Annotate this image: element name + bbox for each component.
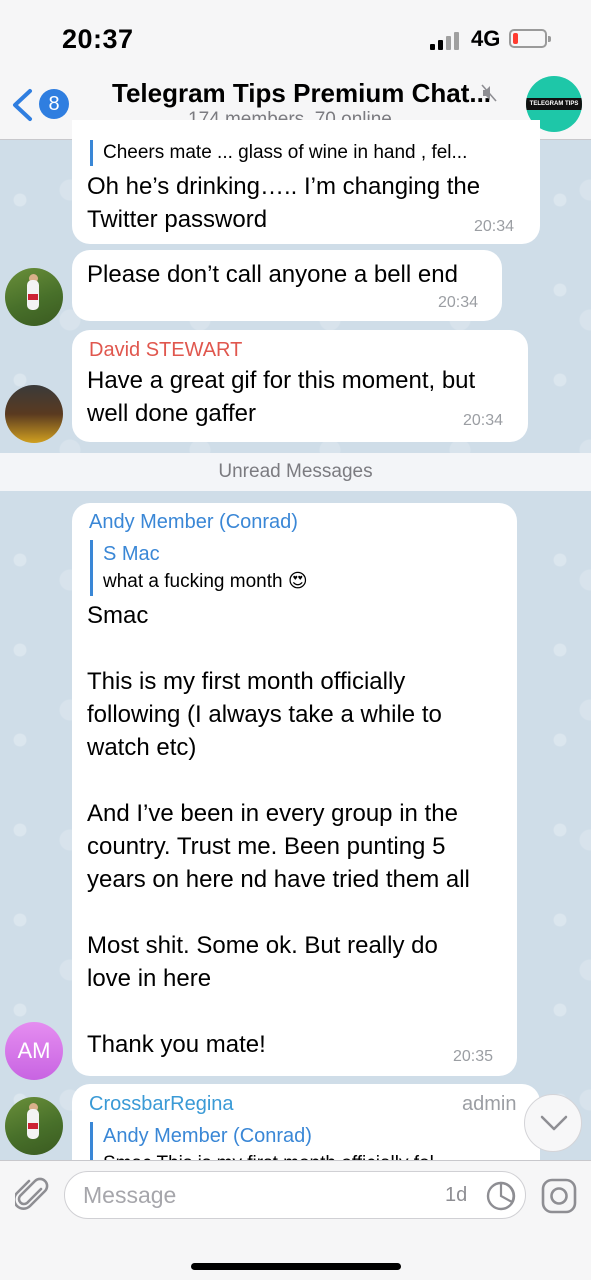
sender-avatar[interactable] — [5, 385, 63, 443]
sender-name[interactable]: CrossbarRegina — [89, 1093, 234, 1116]
status-bar: 20:37 4G — [0, 0, 591, 72]
attach-icon[interactable] — [15, 1175, 51, 1215]
chevron-down-icon — [540, 1115, 568, 1131]
timer-icon[interactable] — [485, 1180, 517, 1212]
message-field[interactable]: 1d — [64, 1171, 526, 1219]
message-text: Please don’t call anyone a bell end — [87, 261, 458, 288]
message-time: 20:34 — [463, 412, 504, 429]
message-time: 20:34 — [474, 218, 515, 235]
timer-label[interactable]: 1d — [445, 1184, 467, 1207]
reply-text: what a fucking month 😍 — [103, 571, 308, 592]
reply-preview[interactable]: S Mac what a fucking month 😍 — [90, 540, 308, 596]
sender-name[interactable]: Andy Member (Conrad) — [89, 511, 298, 534]
back-button[interactable]: 8 — [10, 86, 70, 126]
message-bubble[interactable]: Please don’t call anyone a bell end 20:3… — [72, 250, 502, 321]
admin-badge: admin — [462, 1093, 517, 1115]
scroll-to-bottom-button[interactable] — [524, 1094, 582, 1152]
sender-avatar[interactable] — [5, 268, 63, 326]
message-time: 20:34 — [438, 294, 479, 311]
reply-sender-name: Andy Member (Conrad) — [103, 1125, 312, 1147]
message-input-bar: 1d — [0, 1160, 591, 1280]
message-bubble[interactable]: Cheers mate ... glass of wine in hand , … — [72, 120, 540, 244]
sender-avatar[interactable] — [5, 1097, 63, 1155]
home-indicator — [191, 1263, 401, 1270]
reply-preview[interactable]: Cheers mate ... glass of wine in hand , … — [90, 140, 467, 166]
message-input[interactable] — [83, 1180, 423, 1210]
message-time: 20:35 — [453, 1048, 494, 1065]
message-bubble[interactable]: Andy Member (Conrad) S Mac what a fuckin… — [72, 503, 517, 1076]
reply-sender-name: S Mac — [103, 543, 160, 565]
network-type: 4G — [471, 26, 501, 51]
camera-icon[interactable] — [541, 1178, 577, 1214]
message-text: Have a great gif for this moment, but we… — [87, 367, 476, 427]
sender-avatar[interactable]: AM — [5, 1022, 63, 1080]
unread-messages-divider: Unread Messages — [0, 453, 591, 491]
group-avatar-label: TELEGRAM TIPS — [526, 98, 582, 110]
signal-icon — [430, 30, 464, 50]
chat-title[interactable]: Telegram Tips Premium Chat... — [112, 78, 491, 109]
message-bubble[interactable]: David STEWART Have a great gif for this … — [72, 330, 528, 442]
unread-count-badge: 8 — [39, 89, 69, 119]
status-time: 20:37 — [62, 24, 134, 54]
mute-icon — [481, 84, 497, 102]
message-text: Oh he’s drinking….. I’m changing the Twi… — [87, 173, 481, 233]
sender-name[interactable]: David STEWART — [89, 339, 242, 362]
reply-text: Cheers mate ... glass of wine in hand , … — [103, 142, 468, 163]
battery-icon — [509, 29, 551, 48]
message-text: Smac This is my first month officially f… — [87, 602, 470, 1058]
back-chevron-icon — [13, 89, 32, 121]
